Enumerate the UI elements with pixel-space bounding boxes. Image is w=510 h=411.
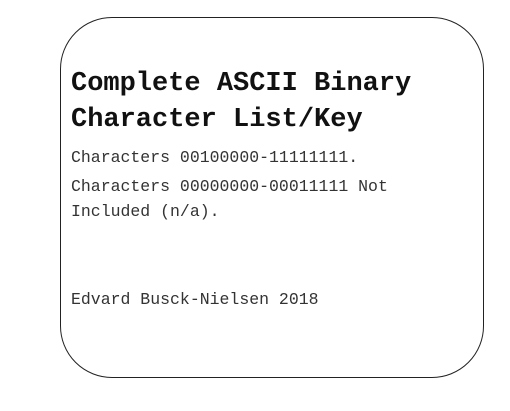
document-title-line-1: Complete ASCII Binary: [71, 69, 412, 99]
excluded-range-text-line-1: Characters 00000000-00011111 Not: [71, 177, 388, 196]
included-range-text: Characters 00100000-11111111.: [71, 148, 359, 167]
author-credit: Edvard Busck-Nielsen 2018: [71, 290, 319, 309]
excluded-range-text-line-2: Included (n/a).: [71, 202, 220, 221]
document-title: Complete ASCII Binary Character List/Key: [71, 66, 481, 138]
document-title-line-2: Character List/Key: [71, 105, 363, 135]
